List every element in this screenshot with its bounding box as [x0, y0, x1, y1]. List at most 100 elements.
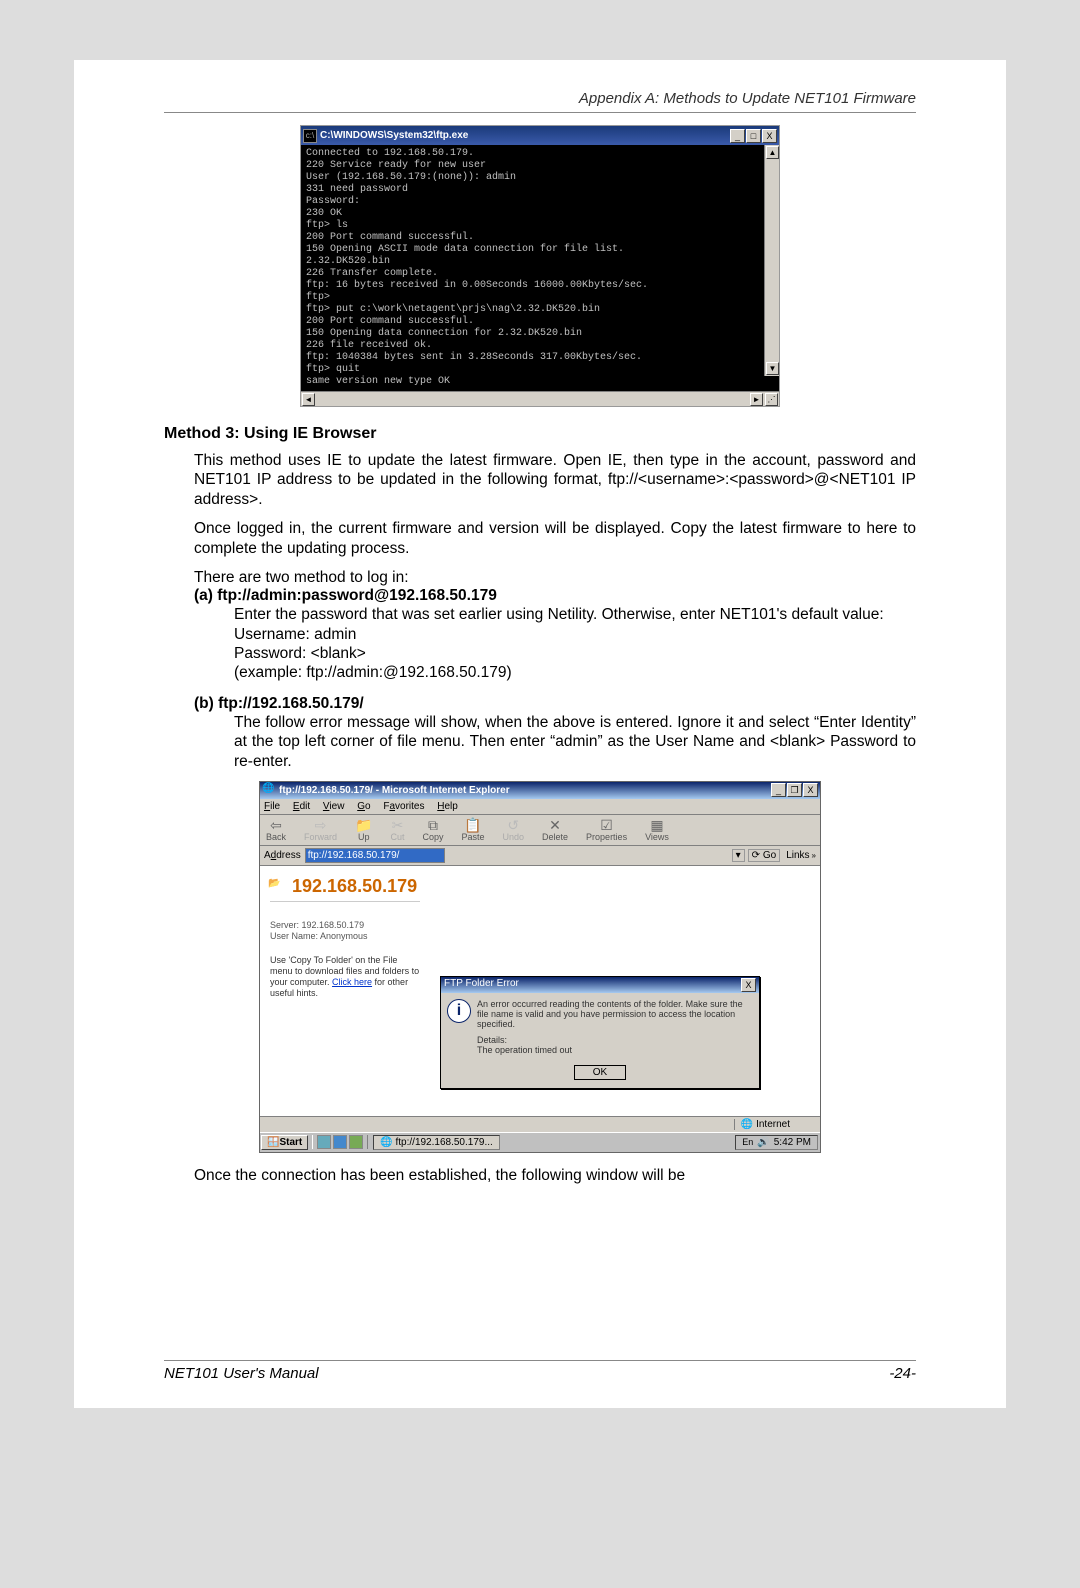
tray-time: 5:42 PM [774, 1137, 811, 1148]
ie-server-info: Server: 192.168.50.179 User Name: Anonym… [270, 920, 810, 942]
properties-icon: ☑ [600, 818, 613, 832]
views-icon: ▦ [650, 818, 663, 832]
method3-b-title: (b) ftp://192.168.50.179/ [194, 695, 916, 713]
menu-go[interactable]: Go [357, 801, 370, 812]
links-chevron-icon[interactable]: » [812, 851, 816, 860]
method3-a-example: (example: ftp://admin:@192.168.50.179) [234, 663, 916, 682]
tool-up[interactable]: 📁Up [355, 818, 372, 842]
paste-icon: 📋 [464, 818, 481, 832]
info-icon: i [447, 999, 471, 1023]
cmd-hscroll[interactable]: ◄ ► ⋰ [301, 391, 779, 406]
ie-restore-button[interactable]: ❐ [787, 783, 802, 797]
dialog-details: The operation timed out [477, 1045, 753, 1055]
ie-addressbar: Address ftp://192.168.50.179/ ▾ ⟳ Go Lin… [260, 846, 820, 866]
ie-statusbar: 🌐 Internet [260, 1116, 820, 1132]
tray-volume-icon[interactable]: 🔊 [757, 1137, 769, 1148]
server-line: Server: 192.168.50.179 [270, 920, 810, 931]
cmd-titlebar: c:\ C:\WINDOWS\System32\ftp.exe _ □ X [301, 126, 779, 145]
quicklaunch[interactable] [312, 1135, 368, 1149]
dialog-titlebar: FTP Folder Error X [441, 977, 759, 993]
tool-back[interactable]: ⇦Back [266, 818, 286, 842]
cmd-output: Connected to 192.168.50.179. 220 Service… [301, 145, 779, 391]
method3-a-title: (a) ftp://admin:password@192.168.50.179 [194, 587, 916, 605]
method3-a-enter: Enter the password that was set earlier … [234, 605, 916, 624]
method3-p1: This method uses IE to update the latest… [194, 451, 916, 509]
delete-icon: ✕ [549, 818, 561, 832]
tray-lang-icon[interactable]: En [742, 1137, 753, 1147]
maximize-button[interactable]: □ [746, 129, 761, 143]
taskbar-item[interactable]: 🌐 ftp://192.168.50.179... [373, 1135, 500, 1150]
folder-icon: 📂 [268, 878, 280, 889]
cmd-icon: c:\ [303, 129, 317, 143]
menu-edit[interactable]: Edit [293, 801, 310, 812]
scroll-down-icon[interactable]: ▼ [766, 362, 779, 375]
tool-undo: ↺Undo [503, 818, 525, 842]
page-footer: NET101 User's Manual -24- [164, 1360, 916, 1382]
ie-hint: Use 'Copy To Folder' on the File menu to… [270, 955, 420, 998]
footer-left: NET101 User's Manual [164, 1365, 319, 1382]
tool-paste[interactable]: 📋Paste [462, 818, 485, 842]
page-header: Appendix A: Methods to Update NET101 Fir… [164, 90, 916, 107]
ie-menubar[interactable]: File Edit View Go Favorites Help [260, 799, 820, 815]
start-button[interactable]: 🪟Start [261, 1135, 308, 1150]
ie-toolbar: ⇦Back ⇨Forward 📁Up ✂Cut ⧉Copy 📋Paste ↺Un… [260, 815, 820, 846]
links-label[interactable]: Links [786, 850, 809, 861]
ie-close-button[interactable]: X [803, 783, 818, 797]
ie-content: 📂 192.168.50.179 Server: 192.168.50.179 … [260, 866, 820, 1116]
folder-up-icon: 📁 [355, 818, 372, 832]
ie-title-text: ftp://192.168.50.179/ - Microsoft Intern… [279, 785, 770, 796]
ql-outlook-icon[interactable] [349, 1135, 363, 1149]
dialog-message: An error occurred reading the contents o… [477, 999, 753, 1029]
scroll-up-icon[interactable]: ▲ [766, 146, 779, 159]
close-button[interactable]: X [762, 129, 777, 143]
ie-minimize-button[interactable]: _ [771, 783, 786, 797]
example-close: ) [507, 664, 512, 681]
tool-copy[interactable]: ⧉Copy [422, 818, 443, 842]
method3-a-username: Username: admin [234, 625, 916, 644]
click-here-link[interactable]: Click here [332, 977, 372, 987]
method3-b-text: The follow error message will show, when… [234, 713, 916, 771]
tool-properties[interactable]: ☑Properties [586, 818, 627, 842]
ql-ie-icon[interactable] [333, 1135, 347, 1149]
address-dropdown-icon[interactable]: ▾ [732, 849, 745, 862]
method3-heading: Method 3: Using IE Browser [164, 425, 916, 443]
resize-grip-icon[interactable]: ⋰ [765, 393, 778, 406]
tool-views[interactable]: ▦Views [645, 818, 669, 842]
go-button[interactable]: ⟳ Go [748, 849, 781, 862]
cmd-title: C:\WINDOWS\System32\ftp.exe [320, 130, 729, 141]
dialog-close-button[interactable]: X [741, 978, 756, 992]
cmd-window: c:\ C:\WINDOWS\System32\ftp.exe _ □ X Co… [300, 125, 780, 407]
minimize-button[interactable]: _ [730, 129, 745, 143]
dialog-title: FTP Folder Error [444, 978, 740, 992]
ftp-folder-error-dialog: FTP Folder Error X i An error occurred r… [440, 976, 760, 1089]
menu-help[interactable]: Help [437, 801, 458, 812]
ie-window: 🌐 ftp://192.168.50.179/ - Microsoft Inte… [259, 781, 821, 1153]
menu-file[interactable]: File [264, 801, 280, 812]
method3-p2: Once logged in, the current firmware and… [194, 519, 916, 558]
tool-cut: ✂Cut [390, 818, 404, 842]
arrow-right-icon: ⇨ [315, 818, 327, 832]
scroll-left-icon[interactable]: ◄ [302, 393, 315, 406]
scroll-right-icon[interactable]: ► [750, 393, 763, 406]
address-input[interactable]: ftp://192.168.50.179/ [305, 848, 445, 863]
system-tray[interactable]: En 🔊 5:42 PM [735, 1135, 818, 1150]
final-sentence: Once the connection has been established… [194, 1167, 916, 1185]
arrow-left-icon: ⇦ [270, 818, 282, 832]
user-line: User Name: Anonymous [270, 931, 810, 942]
menu-view[interactable]: View [323, 801, 345, 812]
address-label: Address [264, 850, 301, 861]
header-rule [164, 112, 916, 113]
method3-p3: There are two method to log in: [194, 568, 916, 587]
copy-icon: ⧉ [428, 818, 438, 832]
ie-page-title: 192.168.50.179 [292, 876, 810, 897]
undo-icon: ↺ [507, 818, 519, 832]
menu-favorites[interactable]: Favorites [383, 801, 424, 812]
footer-right: -24- [889, 1365, 916, 1382]
cut-icon: ✂ [392, 818, 404, 832]
tool-forward: ⇨Forward [304, 818, 337, 842]
dialog-ok-button[interactable]: OK [574, 1065, 626, 1080]
tool-delete[interactable]: ✕Delete [542, 818, 568, 842]
ql-desktop-icon[interactable] [317, 1135, 331, 1149]
cmd-vscroll[interactable]: ▲ ▼ [764, 145, 779, 376]
example-url: ftp://admin:@192.168.50.179 [306, 664, 506, 681]
